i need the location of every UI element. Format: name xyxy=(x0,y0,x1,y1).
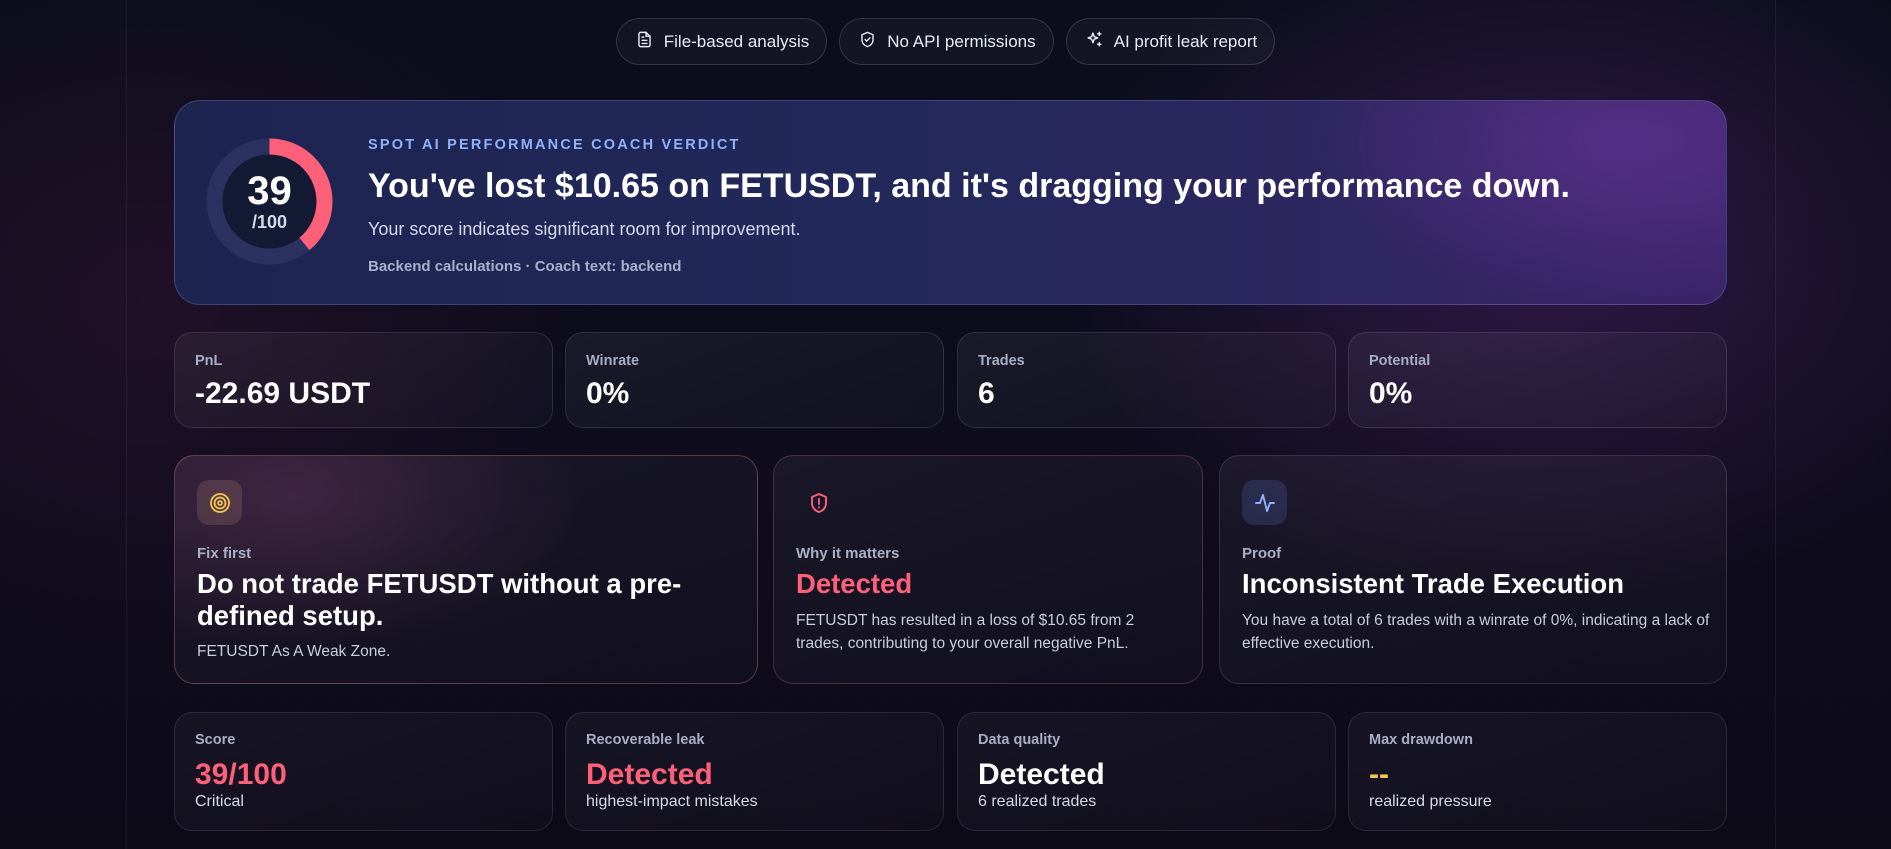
score-value: 39 xyxy=(247,169,292,213)
sparkles-icon xyxy=(1085,30,1104,54)
verdict-subtitle: Your score indicates significant room fo… xyxy=(368,219,801,239)
pill-label: AI profit leak report xyxy=(1113,31,1258,51)
stat-card-trades: Trades 6 xyxy=(957,332,1336,428)
verdict-title: You've lost $10.65 on FETUSDT, and it's … xyxy=(368,167,1570,205)
insight-body: FETUSDT has resulted in a loss of $10.65… xyxy=(796,612,1135,652)
stat-label: Potential xyxy=(1369,353,1431,369)
pill-label: File-based analysis xyxy=(663,31,810,51)
summary-value: Detected xyxy=(586,758,713,791)
document-icon xyxy=(635,30,654,54)
stat-value: -22.69 USDT xyxy=(195,377,371,410)
stat-value: 6 xyxy=(978,377,995,410)
stat-label: Trades xyxy=(978,353,1025,369)
summary-sub: Critical xyxy=(195,793,244,810)
insight-body: You have a total of 6 trades with a winr… xyxy=(1242,612,1710,652)
stat-card-pnl: PnL -22.69 USDT xyxy=(174,332,553,428)
summary-card-max-drawdown: Max drawdown -- realized pressure xyxy=(1348,712,1727,831)
pill-no-api-permissions[interactable]: No API permissions xyxy=(839,18,1054,65)
summary-label: Score xyxy=(195,732,236,748)
target-icon xyxy=(197,480,242,525)
summary-value: Detected xyxy=(978,758,1105,791)
insight-label: Fix first xyxy=(197,545,252,562)
verdict-meta: Backend calculations · Coach text: backe… xyxy=(368,258,682,275)
stat-label: PnL xyxy=(195,353,223,369)
summary-label: Recoverable leak xyxy=(586,732,705,748)
insight-card-proof: Proof Inconsistent Trade Execution You h… xyxy=(1219,455,1727,684)
shield-alert-icon xyxy=(796,480,841,525)
summary-label: Data quality xyxy=(978,732,1061,748)
score-readout: 39 /100 xyxy=(203,135,336,268)
insight-title: Detected xyxy=(796,568,913,599)
summary-label: Max drawdown xyxy=(1369,732,1473,748)
feature-pills: File-based analysis No API permissions A… xyxy=(0,18,1891,65)
verdict-eyebrow: SPOT AI PERFORMANCE COACH VERDICT xyxy=(368,137,741,153)
pill-file-based-analysis[interactable]: File-based analysis xyxy=(615,18,828,65)
summary-sub: 6 realized trades xyxy=(978,793,1097,810)
summary-sub: highest-impact mistakes xyxy=(586,793,758,810)
summary-value: 39/100 xyxy=(195,758,287,791)
stat-card-winrate: Winrate 0% xyxy=(565,332,944,428)
stat-label: Winrate xyxy=(586,353,640,369)
stat-card-potential: Potential 0% xyxy=(1348,332,1727,428)
stat-value: 0% xyxy=(1369,377,1413,410)
insight-title: Inconsistent Trade Execution xyxy=(1242,568,1625,599)
coach-verdict-card: 39 /100 SPOT AI PERFORMANCE COACH VERDIC… xyxy=(174,100,1727,305)
insight-card-fix-first: Fix first Do not trade FETUSDT without a… xyxy=(174,455,758,684)
shield-check-icon xyxy=(858,30,877,54)
insight-title: Do not trade FETUSDT without a pre-defin… xyxy=(197,568,682,631)
summary-value: -- xyxy=(1369,758,1389,791)
insight-label: Why it matters xyxy=(796,545,900,562)
summary-card-data-quality: Data quality Detected 6 realized trades xyxy=(957,712,1336,831)
summary-card-recoverable-leak: Recoverable leak Detected highest-impact… xyxy=(565,712,944,831)
pill-ai-profit-leak-report[interactable]: AI profit leak report xyxy=(1065,18,1276,65)
insight-body: FETUSDT As A Weak Zone. xyxy=(197,643,391,660)
stat-value: 0% xyxy=(586,377,630,410)
insight-label: Proof xyxy=(1242,545,1282,562)
activity-icon xyxy=(1242,480,1287,525)
summary-sub: realized pressure xyxy=(1369,793,1492,810)
score-max: /100 xyxy=(251,212,288,232)
summary-card-score: Score 39/100 Critical xyxy=(174,712,553,831)
insight-card-why-it-matters: Why it matters Detected FETUSDT has resu… xyxy=(773,455,1203,684)
pill-label: No API permissions xyxy=(887,31,1036,51)
